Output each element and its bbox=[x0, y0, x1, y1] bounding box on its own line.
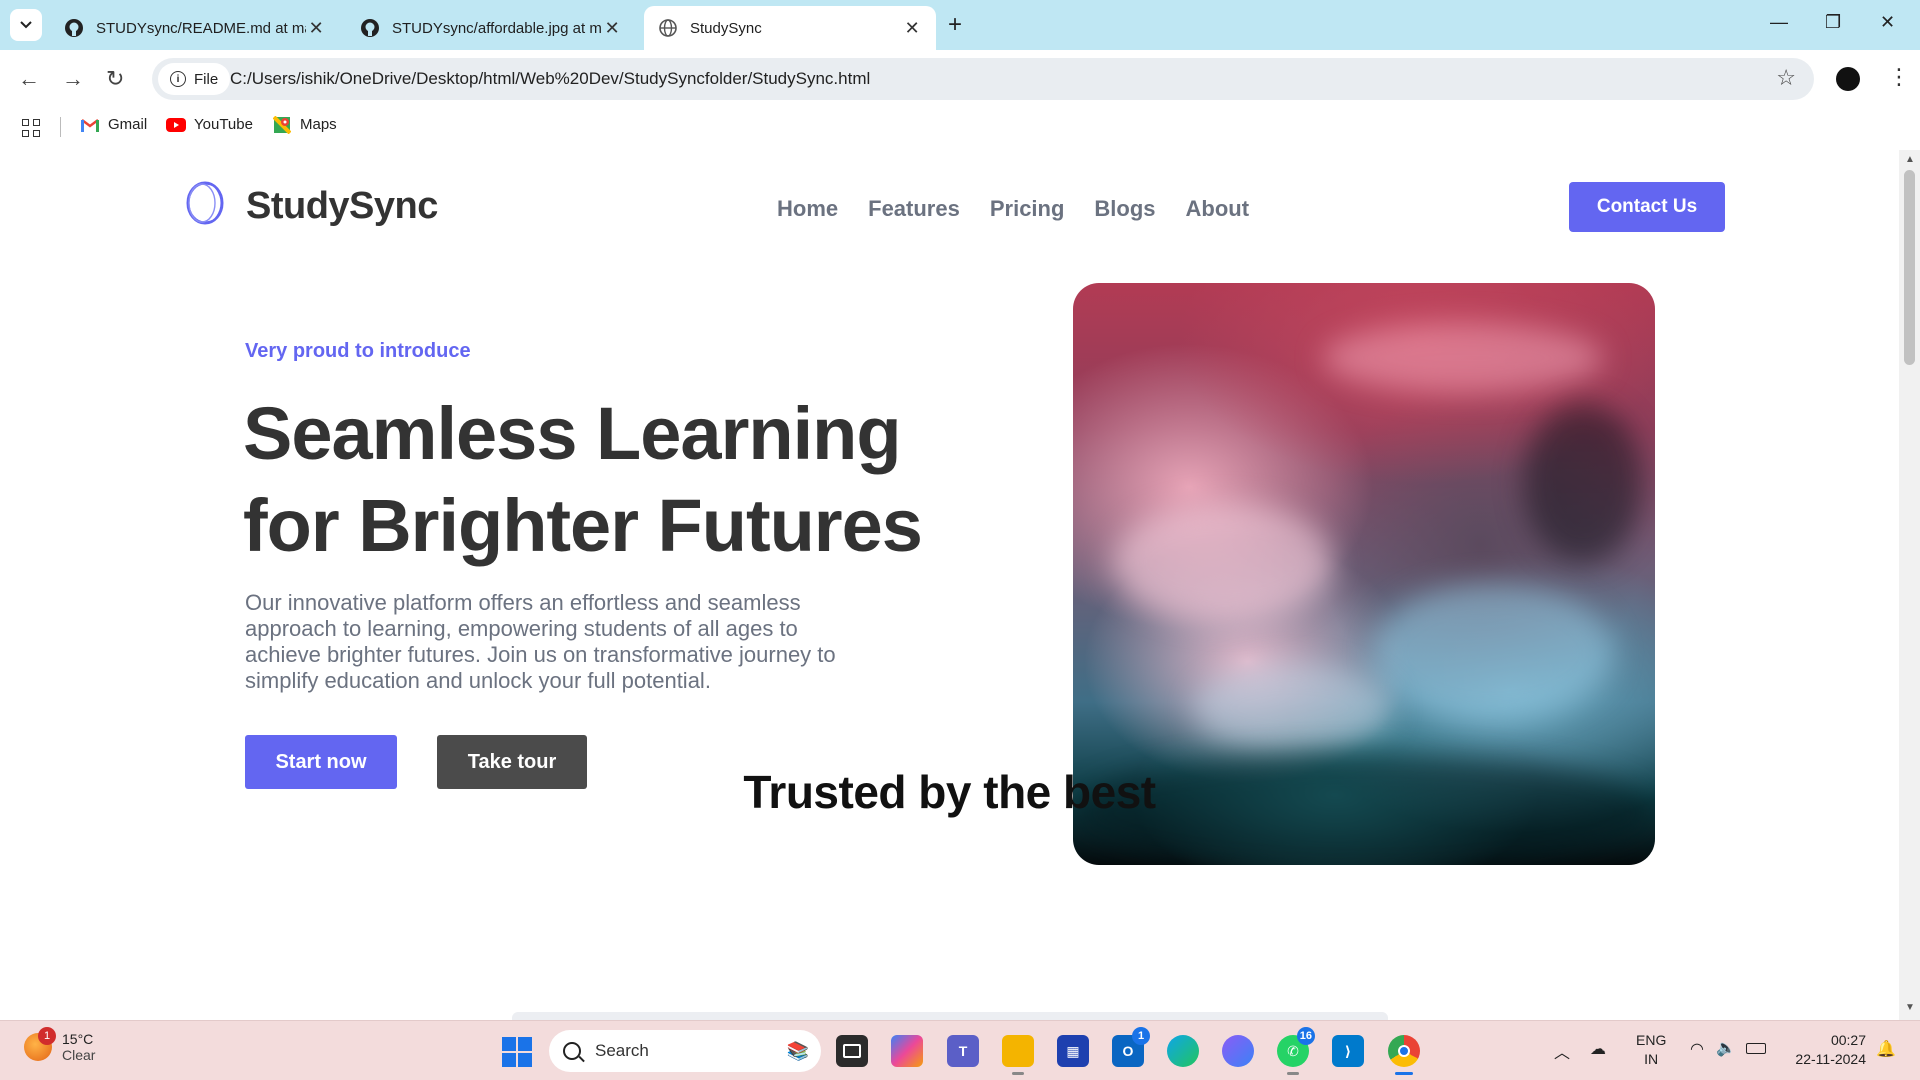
notification-bell-icon[interactable]: 🔔 bbox=[1876, 1039, 1896, 1059]
windows-start-icon[interactable] bbox=[502, 1037, 532, 1067]
minimize-icon[interactable]: — bbox=[1770, 12, 1788, 33]
url-text[interactable]: C:/Users/ishik/OneDrive/Desktop/html/Web… bbox=[230, 69, 870, 89]
close-icon[interactable]: ✕ bbox=[602, 18, 622, 39]
weather-widget[interactable]: 1 15°C Clear bbox=[24, 1027, 96, 1063]
bookmark-star-icon[interactable]: ☆ bbox=[1776, 65, 1796, 91]
tab-title: STUDYsync/README.md at main bbox=[96, 19, 307, 37]
info-icon: i bbox=[170, 71, 186, 87]
windows-taskbar: 1 15°C Clear Search 📚 T ▦ O1 ✆ 16 ⟩ ︿ ☁ E… bbox=[0, 1020, 1920, 1080]
bookmark-label: Maps bbox=[300, 116, 337, 133]
new-tab-button[interactable]: + bbox=[948, 12, 962, 38]
youtube-icon bbox=[166, 117, 186, 133]
bookmark-gmail[interactable]: Gmail bbox=[80, 116, 147, 133]
taskbar-search[interactable]: Search 📚 bbox=[549, 1030, 821, 1072]
nav-about[interactable]: About bbox=[1186, 196, 1250, 222]
hero-eyebrow: Very proud to introduce bbox=[245, 340, 471, 362]
task-view-icon[interactable] bbox=[836, 1035, 868, 1067]
tab-search-button[interactable] bbox=[10, 9, 42, 41]
taskbar-search-label: Search bbox=[595, 1041, 649, 1060]
copilot-app-icon[interactable] bbox=[1222, 1035, 1254, 1067]
copilot-icon[interactable] bbox=[891, 1035, 923, 1067]
tab-strip: STUDYsync/README.md at main ✕ STUDYsync/… bbox=[0, 0, 1920, 50]
back-icon[interactable]: ← bbox=[18, 66, 40, 92]
weather-condition: Clear bbox=[62, 1047, 96, 1063]
battery-icon[interactable] bbox=[1746, 1043, 1766, 1054]
logo-strip-card bbox=[512, 1012, 1388, 1020]
reload-icon[interactable]: ↻ bbox=[106, 66, 124, 92]
vscode-icon[interactable]: ⟩ bbox=[1332, 1035, 1364, 1067]
headline-line-1: Seamless Learning bbox=[243, 392, 902, 475]
close-icon[interactable]: ✕ bbox=[902, 18, 922, 39]
edge-icon[interactable] bbox=[1167, 1035, 1199, 1067]
scroll-thumb[interactable] bbox=[1904, 170, 1915, 365]
nav-blogs[interactable]: Blogs bbox=[1094, 196, 1155, 222]
github-icon bbox=[64, 18, 84, 38]
page-scrollbar[interactable]: ▲ ▼ bbox=[1899, 150, 1920, 1020]
tab-affordable[interactable]: STUDYsync/affordable.jpg at main ✕ bbox=[346, 6, 636, 50]
site-info-chip[interactable]: i File bbox=[158, 63, 231, 95]
chevron-up-icon[interactable]: ︿ bbox=[1554, 1039, 1570, 1063]
hero-headline: Seamless Learning for Brighter Futures bbox=[243, 388, 1003, 572]
restore-icon[interactable]: ❐ bbox=[1825, 12, 1841, 33]
onedrive-cloud-icon[interactable]: ☁ bbox=[1590, 1039, 1606, 1059]
chevron-down-icon bbox=[20, 21, 32, 29]
books-icon: 📚 bbox=[786, 1040, 809, 1061]
profile-avatar[interactable] bbox=[1836, 67, 1860, 91]
browser-menu-icon[interactable]: ⋮ bbox=[1888, 64, 1910, 90]
language-line-2: IN bbox=[1644, 1051, 1659, 1067]
studysync-logo-icon[interactable] bbox=[184, 180, 226, 226]
system-clock[interactable]: 00:27 22-11-2024 bbox=[1786, 1031, 1866, 1069]
nav-home[interactable]: Home bbox=[777, 196, 838, 222]
trusted-by-title: Trusted by the best bbox=[743, 766, 1156, 818]
bookmark-youtube[interactable]: YouTube bbox=[166, 116, 253, 133]
tab-studysync[interactable]: StudySync ✕ bbox=[644, 6, 936, 50]
whatsapp-badge: 16 bbox=[1296, 1027, 1315, 1045]
gmail-icon bbox=[80, 117, 100, 133]
outlook-icon[interactable]: O1 bbox=[1112, 1027, 1150, 1067]
wifi-icon[interactable]: ◠ bbox=[1690, 1039, 1704, 1059]
search-icon bbox=[563, 1042, 581, 1060]
outlook-badge: 1 bbox=[1132, 1027, 1150, 1045]
divider bbox=[60, 117, 61, 137]
forward-icon[interactable]: → bbox=[62, 66, 84, 92]
language-line-1: ENG bbox=[1636, 1032, 1667, 1048]
tab-title: StudySync bbox=[690, 19, 762, 37]
address-bar[interactable]: i File C:/Users/ishik/OneDrive/Desktop/h… bbox=[152, 58, 1814, 100]
bookmark-maps[interactable]: Maps bbox=[272, 115, 337, 134]
microsoft-store-icon[interactable]: ▦ bbox=[1057, 1035, 1089, 1067]
weather-sun-icon: 1 bbox=[24, 1027, 56, 1061]
github-icon bbox=[360, 18, 380, 38]
language-indicator[interactable]: ENG IN bbox=[1636, 1031, 1666, 1069]
scroll-down-icon[interactable]: ▼ bbox=[1905, 1002, 1915, 1013]
weather-badge: 1 bbox=[38, 1027, 56, 1045]
volume-icon[interactable]: 🔈 bbox=[1716, 1038, 1736, 1058]
bookmarks-bar: Gmail YouTube Maps bbox=[0, 112, 1920, 140]
nav-pricing[interactable]: Pricing bbox=[990, 196, 1065, 222]
main-nav: Home Features Pricing Blogs About bbox=[777, 196, 1249, 222]
teams-icon[interactable]: T bbox=[947, 1035, 979, 1067]
bookmark-label: Gmail bbox=[108, 116, 148, 133]
weather-temp: 15°C bbox=[62, 1031, 94, 1047]
hero-description: Our innovative platform offers an effort… bbox=[245, 590, 836, 693]
clock-time: 00:27 bbox=[1830, 1032, 1866, 1048]
scroll-up-icon[interactable]: ▲ bbox=[1905, 154, 1915, 165]
tab-readme[interactable]: STUDYsync/README.md at main ✕ bbox=[50, 6, 340, 50]
close-window-icon[interactable]: ✕ bbox=[1880, 12, 1895, 33]
brand-name[interactable]: StudySync bbox=[246, 185, 438, 228]
chrome-icon[interactable] bbox=[1388, 1035, 1420, 1075]
headline-line-2: for Brighter Futures bbox=[243, 484, 923, 567]
site-info-label: File bbox=[194, 70, 219, 88]
web-page: StudySync Home Features Pricing Blogs Ab… bbox=[0, 150, 1899, 1020]
maps-icon bbox=[272, 115, 292, 134]
close-icon[interactable]: ✕ bbox=[306, 18, 326, 39]
bookmark-label: YouTube bbox=[194, 116, 253, 133]
tab-title: STUDYsync/affordable.jpg at main bbox=[392, 19, 603, 37]
nav-features[interactable]: Features bbox=[868, 196, 960, 222]
clock-date: 22-11-2024 bbox=[1795, 1051, 1866, 1067]
apps-grid-icon[interactable] bbox=[22, 119, 40, 137]
globe-icon bbox=[658, 18, 678, 38]
whatsapp-icon[interactable]: ✆ 16 bbox=[1277, 1027, 1315, 1075]
file-explorer-icon[interactable] bbox=[1002, 1035, 1034, 1075]
contact-us-button[interactable]: Contact Us bbox=[1569, 182, 1725, 232]
